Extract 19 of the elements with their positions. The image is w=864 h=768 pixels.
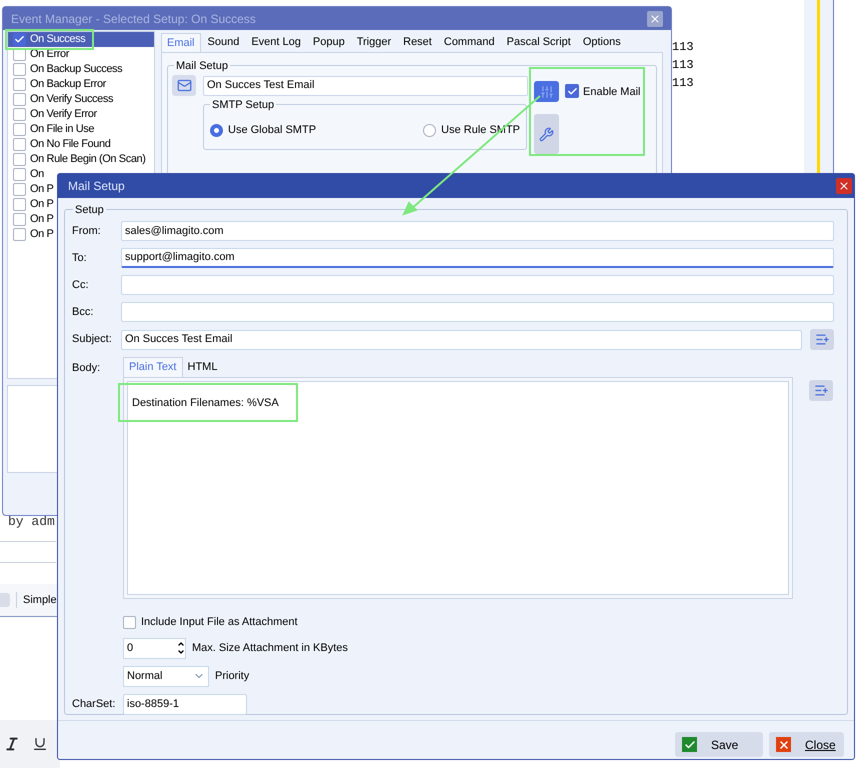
field-label: Bcc: [72, 304, 94, 320]
column-value: 113 [672, 76, 694, 91]
group-legend: Setup [73, 202, 106, 218]
window-title: Event Manager - Selected Setup: On Success [11, 10, 256, 28]
group-legend: Mail Setup [174, 58, 230, 74]
field-label: Cc: [72, 278, 90, 293]
field-label: To: [72, 250, 88, 266]
body-text: Destination Filenames: %VSA [132, 397, 279, 409]
field-label: From: [72, 224, 102, 239]
field-label: Subject: [72, 332, 113, 348]
text-fragment: by adm [8, 513, 55, 531]
field-label: Priority [215, 668, 250, 684]
field-label: CharSet: [72, 696, 116, 712]
column-value: 113 [672, 58, 694, 73]
column-value: 113 [672, 40, 694, 55]
field-label: Body: [72, 361, 102, 376]
window-title: Mail Setup [68, 178, 125, 195]
group-legend: SMTP Setup [210, 97, 276, 114]
field-label: Max. Size Attachment in KBytes [192, 640, 348, 656]
